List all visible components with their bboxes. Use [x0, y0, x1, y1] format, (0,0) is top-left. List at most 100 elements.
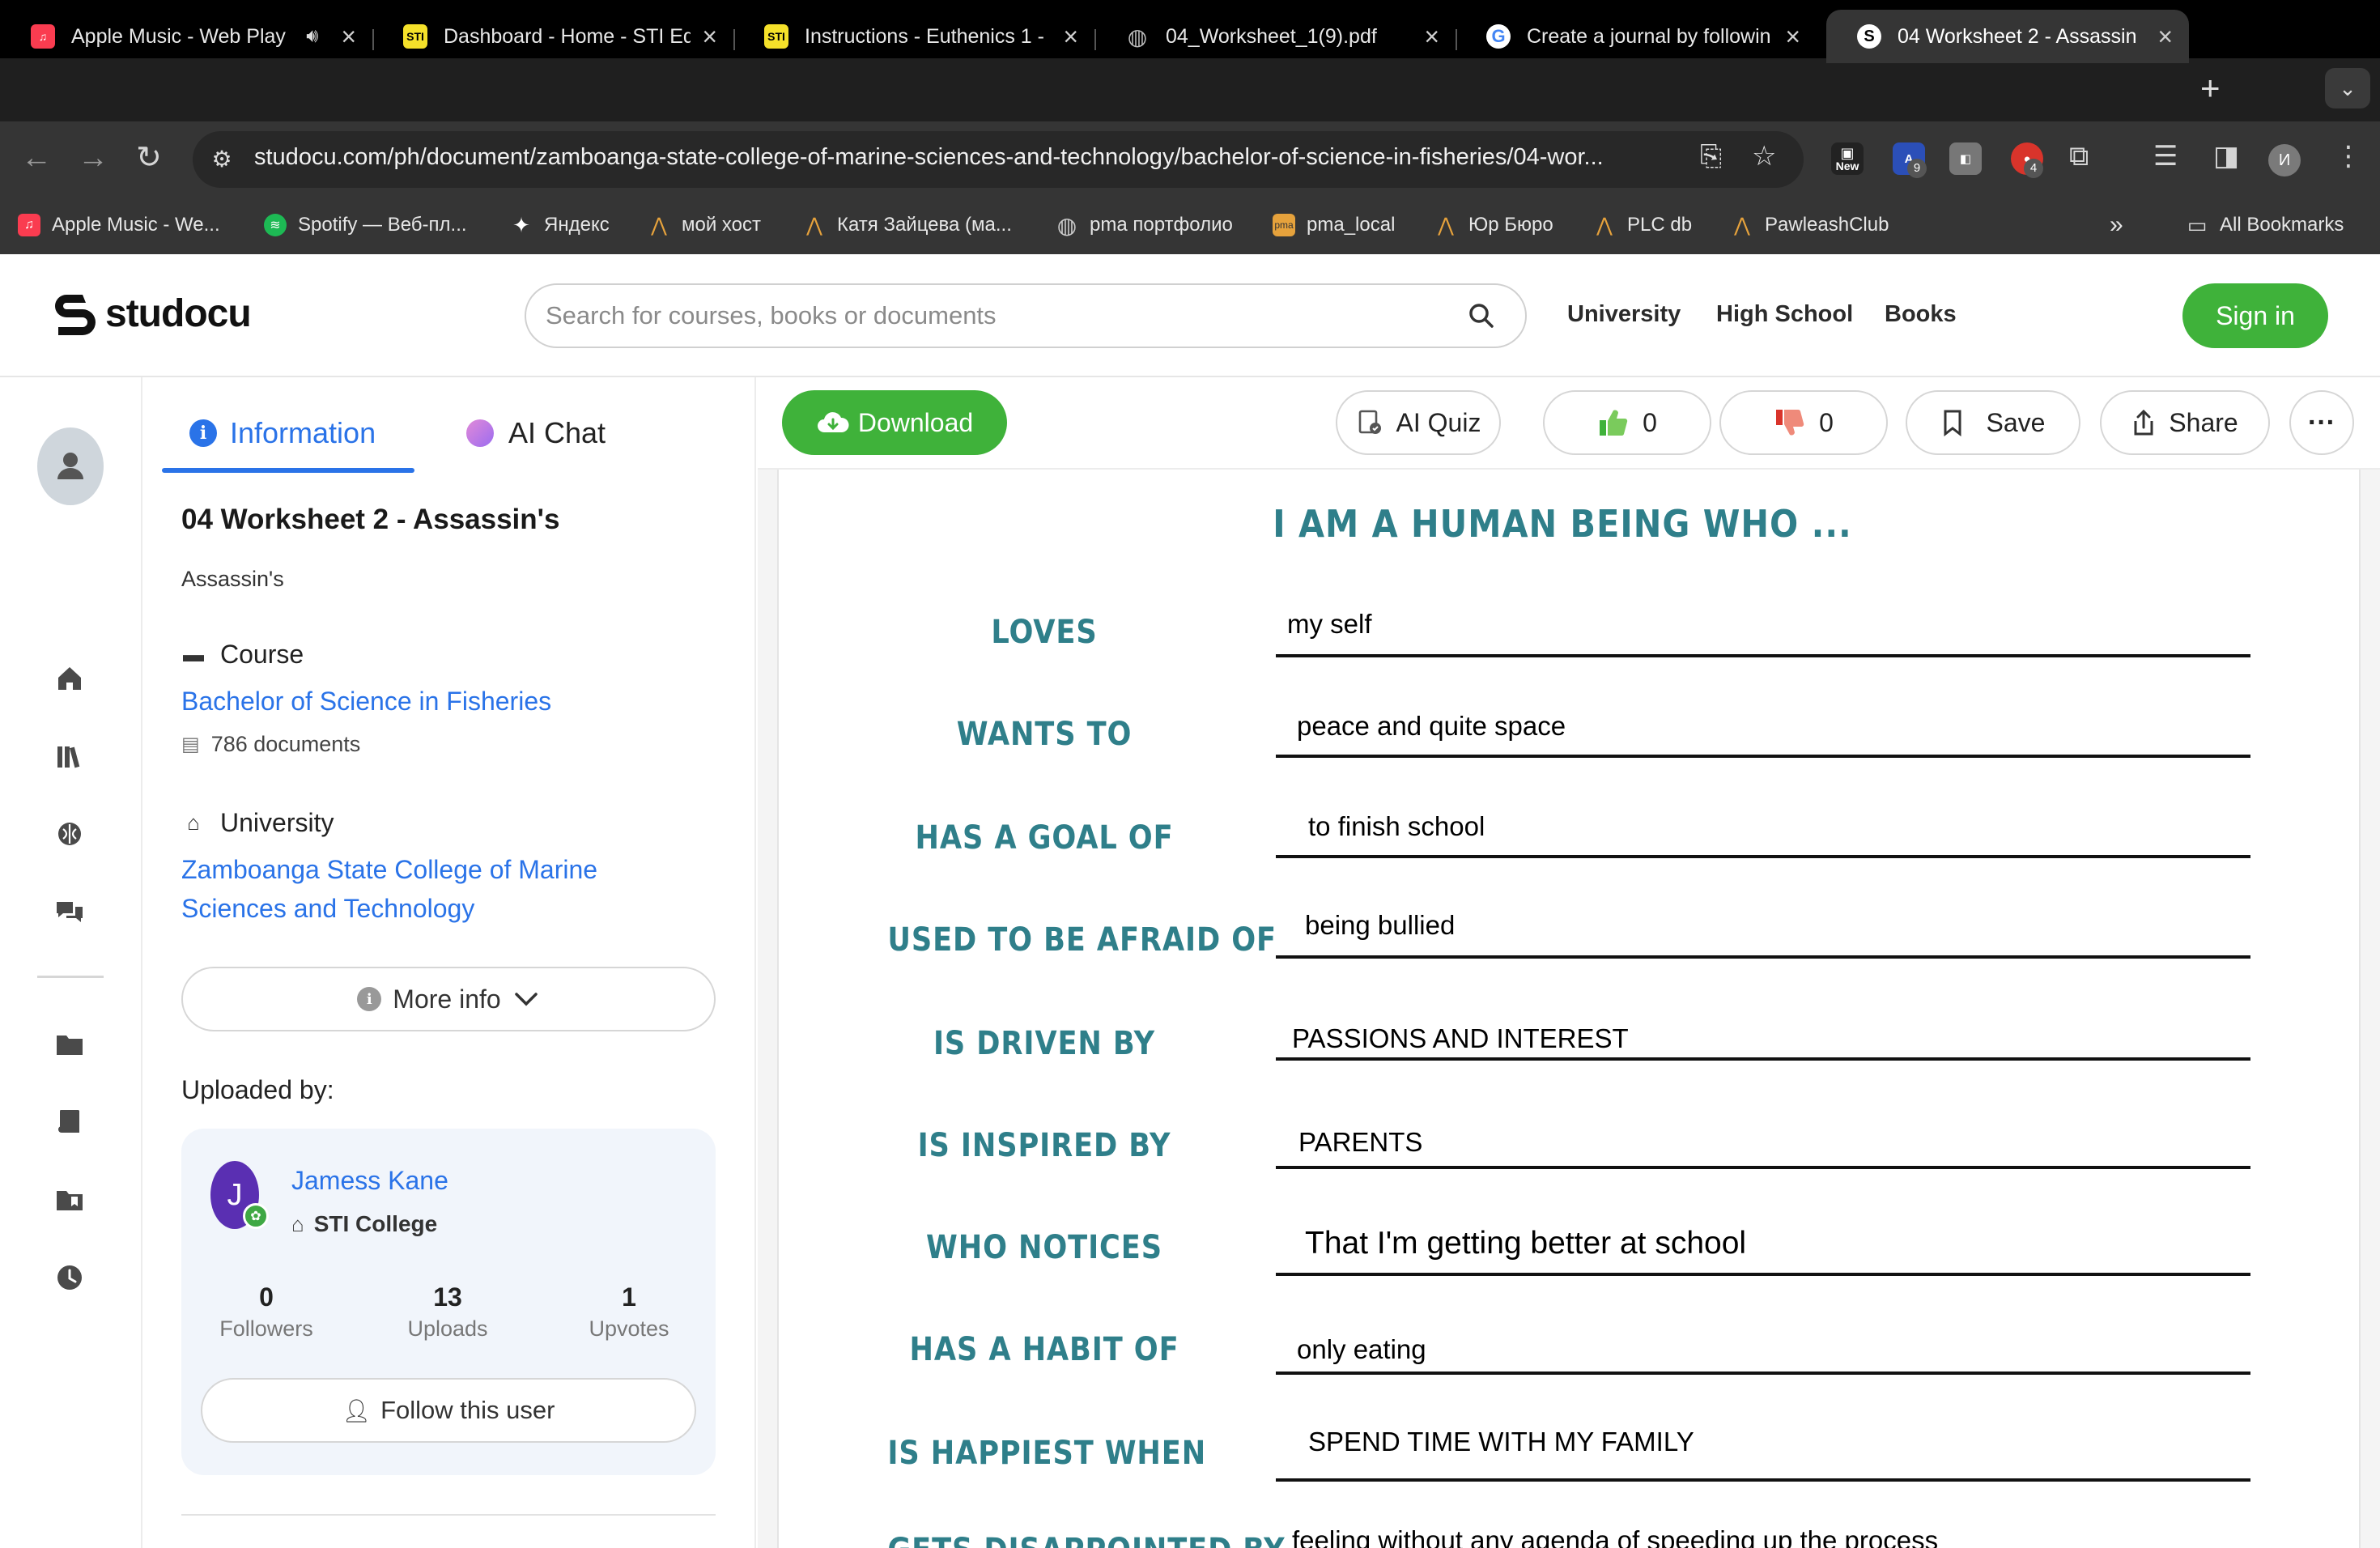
install-app-icon[interactable]: ⎘: [1700, 142, 1722, 170]
tab-apple-music[interactable]: ♫ Apple Music - Web Play 🔊︎ ×: [0, 10, 372, 63]
dislike-button[interactable]: 0: [1719, 390, 1888, 455]
tab-instructions[interactable]: STI Instructions - Euthenics 1 - ×: [733, 10, 1094, 63]
extension-new-icon[interactable]: ▣ New: [1831, 142, 1864, 175]
bookmark-item[interactable]: ⋀ мой хост: [648, 211, 761, 240]
answer-underline: [1276, 654, 2250, 657]
rail-divider: [37, 976, 104, 978]
extension-puzzle-app-icon[interactable]: ◧: [1949, 142, 1982, 175]
sign-in-button[interactable]: Sign in: [2182, 283, 2328, 348]
followers-count: 0: [259, 1282, 274, 1312]
thumbs-up-icon: [1597, 407, 1630, 438]
tab-worksheet-pdf[interactable]: ◍ 04_Worksheet_1(9).pdf ×: [1094, 10, 1456, 63]
follow-user-button[interactable]: 👤︎ Follow this user: [201, 1378, 696, 1443]
reload-icon[interactable]: ↻: [136, 142, 162, 173]
course-link[interactable]: Bachelor of Science in Fisheries: [181, 682, 551, 721]
more-options-icon[interactable]: ···: [2289, 390, 2354, 455]
sti-icon: STI: [764, 24, 788, 49]
like-button[interactable]: 0: [1543, 390, 1711, 455]
search-placeholder[interactable]: Search for courses, books or documents: [546, 301, 997, 330]
history-clock-icon[interactable]: [53, 1261, 86, 1294]
book-icon[interactable]: [53, 1106, 86, 1138]
answer-underline: [1276, 1372, 2250, 1375]
bookmark-item[interactable]: pma pma_local: [1273, 211, 1395, 240]
forward-icon[interactable]: →: [78, 142, 108, 173]
close-tab-icon[interactable]: ×: [1063, 23, 1078, 49]
close-tab-icon[interactable]: ×: [1785, 23, 1800, 49]
more-info-button[interactable]: i More info: [181, 967, 716, 1031]
university-building-icon: ⌂: [187, 810, 200, 835]
arch-icon: ⋀: [651, 214, 667, 236]
upvotes-count: 1: [622, 1282, 636, 1312]
worksheet-prompt-label: IS HAPPIEST WHEN: [887, 1435, 1207, 1472]
reading-list-icon[interactable]: ☰: [2153, 142, 2178, 170]
add-user-icon: 👤︎: [342, 1397, 372, 1423]
bookmark-item[interactable]: ♫ Apple Music - We...: [18, 211, 220, 240]
share-button[interactable]: Share: [2100, 390, 2270, 455]
bookmark-item[interactable]: ≋ Spotify — Веб-пл...: [264, 211, 467, 240]
worksheet-prompt-label: IS INSPIRED BY: [917, 1127, 1171, 1164]
answer-underline: [1276, 1166, 2250, 1169]
worksheet-answer-text: That I'm getting better at school: [1305, 1226, 1747, 1261]
studocu-logo-icon[interactable]: [50, 290, 100, 340]
all-bookmarks[interactable]: ▭ All Bookmarks: [2186, 211, 2344, 240]
bookmark-item[interactable]: ⋀ PawleashClub: [1731, 211, 1889, 240]
chat-icon[interactable]: [53, 895, 86, 928]
ai-quiz-button[interactable]: AI Quiz: [1336, 390, 1501, 455]
back-icon[interactable]: ←: [21, 142, 52, 173]
university-link[interactable]: Zamboanga State College of Marine Scienc…: [181, 850, 597, 928]
close-tab-icon[interactable]: ×: [702, 23, 717, 49]
bookmark-item[interactable]: ✦ Яндекс: [510, 211, 610, 240]
worksheet-answer-text: SPEND TIME WITH MY FAMILY: [1308, 1427, 1694, 1457]
tab-information[interactable]: i Information: [189, 416, 376, 450]
browser-menu-icon[interactable]: ⋮: [2335, 142, 2362, 170]
nav-books[interactable]: Books: [1885, 301, 1957, 328]
answer-underline: [1276, 1057, 2250, 1061]
nav-university[interactable]: University: [1567, 301, 1681, 328]
documents-count: ▤ 786 documents: [181, 732, 361, 756]
bookmark-star-icon[interactable]: ☆: [1752, 142, 1776, 170]
folder-icon[interactable]: [53, 1028, 86, 1061]
close-tab-icon[interactable]: ×: [341, 23, 356, 49]
course-label: ▬ Course: [183, 640, 304, 669]
worksheet-prompt-label: HAS A GOAL OF: [915, 819, 1174, 857]
bookmarks-overflow-icon[interactable]: »: [2110, 211, 2123, 240]
user-avatar[interactable]: [37, 427, 104, 505]
bookmark-item[interactable]: ⋀ Катя Зайцева (ма...: [803, 211, 1012, 240]
share-upload-icon: [2131, 408, 2156, 437]
download-button[interactable]: Download: [782, 390, 1007, 455]
uploaded-by-label: Uploaded by:: [181, 1075, 334, 1104]
active-tab-indicator: [162, 468, 414, 473]
bookmarked-folder-icon[interactable]: [53, 1184, 86, 1216]
search-icon[interactable]: [1465, 300, 1498, 332]
extensions-puzzle-icon[interactable]: ⧉: [2069, 142, 2089, 170]
person-icon: [57, 453, 83, 479]
url-text[interactable]: studocu.com/ph/document/zamboanga-state-…: [254, 144, 1604, 171]
profile-avatar[interactable]: И: [2268, 144, 2301, 176]
apple-music-icon: ♫: [18, 214, 40, 236]
close-tab-icon[interactable]: ×: [2157, 23, 2173, 49]
brain-ai-icon[interactable]: [53, 818, 86, 850]
arch-icon: ⋀: [1438, 214, 1454, 236]
tab-dashboard[interactable]: STI Dashboard - Home - STI Ed ×: [372, 10, 733, 63]
bookmark-item[interactable]: ⋀ Юр Бюро: [1434, 211, 1553, 240]
library-icon[interactable]: [53, 740, 86, 772]
site-logo-text[interactable]: studocu: [105, 291, 252, 336]
side-panel-icon[interactable]: ◨: [2213, 142, 2239, 170]
close-tab-icon[interactable]: ×: [1424, 23, 1439, 49]
save-button[interactable]: Save: [1906, 390, 2080, 455]
bookmark-item[interactable]: ⋀ PLC db: [1593, 211, 1692, 240]
worksheet-answer-text: PARENTS: [1298, 1127, 1423, 1157]
speaker-icon[interactable]: 🔊︎: [306, 25, 318, 48]
tab-ai-chat[interactable]: AI Chat: [466, 416, 606, 450]
new-tab-icon[interactable]: +: [2200, 71, 2221, 105]
arch-icon: ⋀: [1734, 214, 1750, 236]
tab-studocu-active[interactable]: S 04 Worksheet 2 - Assassin ×: [1826, 10, 2189, 63]
uploader-name[interactable]: Jamess Kane: [291, 1166, 448, 1196]
tab-create-journal[interactable]: G Create a journal by followin ×: [1456, 10, 1817, 63]
home-icon[interactable]: [53, 662, 86, 695]
bookmark-item[interactable]: ◍ pma портфолио: [1056, 211, 1233, 240]
site-info-icon[interactable]: ⚙︎: [207, 146, 236, 175]
arch-icon: ⋀: [1596, 214, 1613, 236]
nav-high-school[interactable]: High School: [1716, 301, 1853, 328]
tab-search-chevron-icon[interactable]: ⌄: [2325, 68, 2370, 108]
